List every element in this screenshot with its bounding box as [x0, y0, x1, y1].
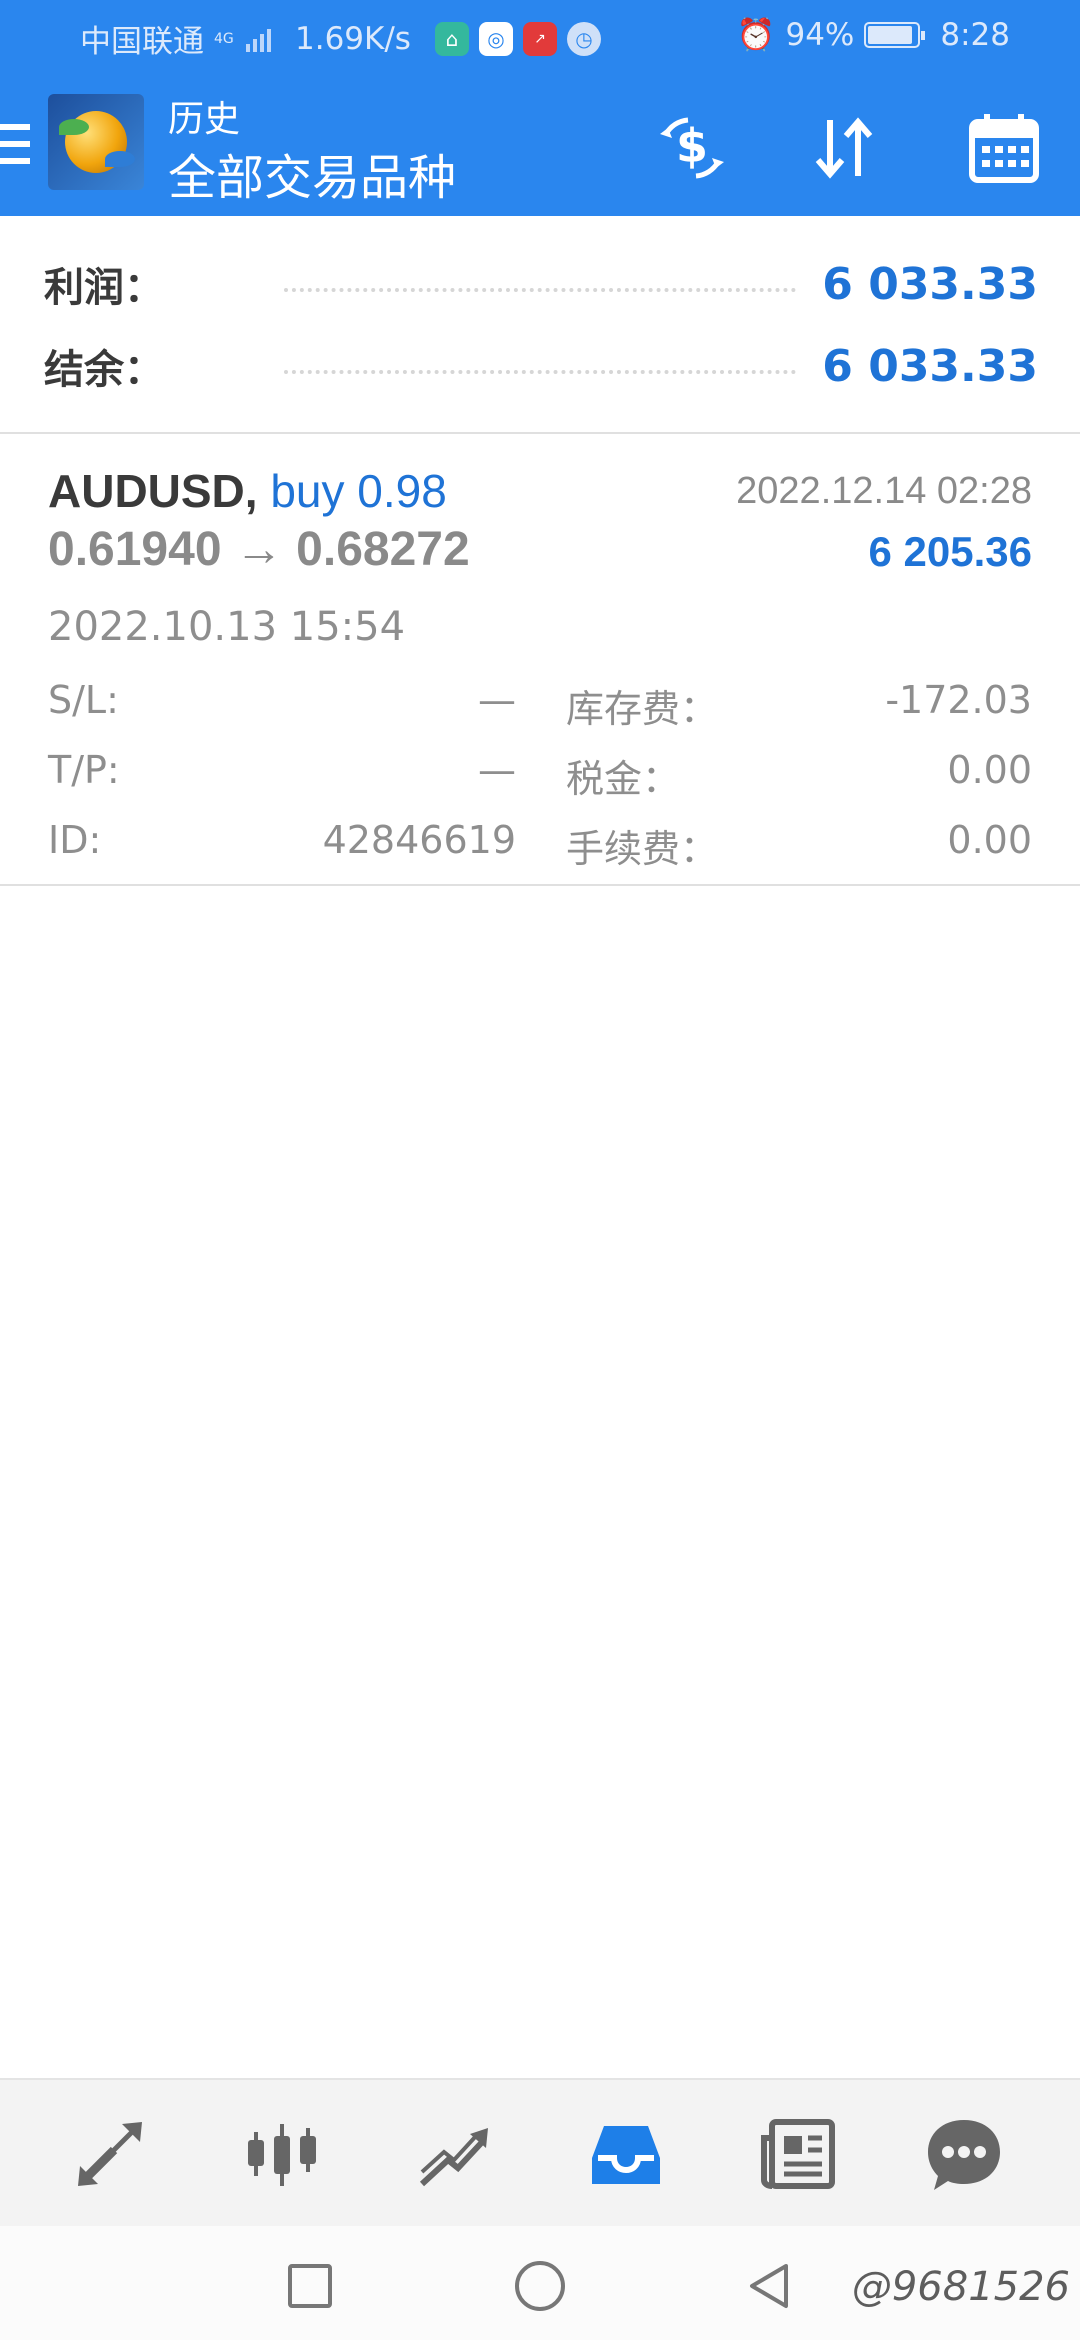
chat-tab[interactable]	[916, 2106, 1012, 2202]
history-summary: 利润： 6 033.33 结余： 6 033.33	[0, 216, 1080, 434]
carrier-label: 中国联通	[80, 24, 204, 60]
balance-label: 结余：	[44, 347, 164, 393]
profit-label: 利润：	[44, 265, 164, 311]
back-button[interactable]	[742, 2258, 798, 2314]
chart-tab[interactable]	[234, 2106, 330, 2202]
balance-value: 6 033.33	[822, 340, 1038, 392]
swap-value: -172.03	[885, 678, 1032, 722]
stock-app-icon: ↗	[522, 21, 557, 56]
home-button[interactable]	[512, 2258, 568, 2314]
sort-icon[interactable]	[802, 106, 886, 190]
deal-open-time: 2022.10.13 15:54	[48, 604, 406, 650]
deal-prices: 0.61940 → 0.68272	[48, 523, 470, 576]
deal-type-volume: buy 0.98	[270, 465, 447, 517]
page-subtitle: 历史	[168, 99, 241, 140]
deal-item[interactable]: AUDUSD, buy 0.98 0.61940 → 0.68272 2022.…	[0, 434, 1080, 886]
battery-icon	[864, 21, 926, 48]
app-logo	[48, 94, 144, 190]
swap-label: 库存费：	[566, 687, 719, 731]
deal-row-sl: S/L: — 库存费： -172.03	[48, 670, 1032, 731]
id-value: 42846619	[322, 818, 516, 862]
status-bar: 中国联通 4G 1.69K/s ⌂ ◎ ↗ ◷ ⏰ 94% 8:28	[0, 0, 1080, 72]
recents-button[interactable]	[282, 2258, 338, 2314]
net-speed-label: 1.69K/s	[295, 20, 411, 57]
deal-profit: 6 205.36	[868, 528, 1033, 575]
tax-label: 税金：	[566, 757, 681, 801]
deal-row-id: ID: 42846619 手续费： 0.00	[48, 810, 1032, 871]
profit-value: 6 033.33	[822, 258, 1038, 310]
signal-icon	[246, 26, 271, 52]
commission-value: 0.00	[947, 818, 1032, 862]
system-nav-bar: @9681526	[0, 2226, 1080, 2340]
clock-app-icon: ◷	[566, 21, 601, 56]
watermark: @9681526	[851, 2264, 1070, 2310]
profit-row: 利润： 6 033.33	[44, 254, 1038, 314]
dotted-leader	[284, 370, 797, 374]
deal-row-tp: T/P: — 税金： 0.00	[48, 740, 1032, 801]
network-type-label: 4G	[214, 30, 234, 47]
trade-tab[interactable]	[406, 2106, 502, 2202]
calendar-icon[interactable]	[962, 106, 1046, 190]
svg-text:$: $	[676, 119, 708, 173]
commission-label: 手续费：	[566, 827, 719, 871]
tax-value: 0.00	[947, 748, 1032, 792]
browser-app-icon: ◎	[478, 21, 513, 56]
alarm-icon: ⏰	[736, 17, 776, 53]
menu-icon[interactable]	[0, 124, 30, 164]
dotted-leader	[284, 288, 797, 292]
balance-row: 结余： 6 033.33	[44, 336, 1038, 396]
news-tab[interactable]	[750, 2106, 846, 2202]
quotes-tab[interactable]	[62, 2106, 158, 2202]
dollar-refresh-icon[interactable]: $	[650, 106, 734, 190]
history-tab[interactable]	[578, 2106, 674, 2202]
app-bar: 历史 全部交易品种 $	[0, 72, 1080, 216]
page-title[interactable]: 全部交易品种	[168, 138, 456, 208]
bottom-tab-bar	[0, 2078, 1080, 2226]
home-app-icon: ⌂	[434, 21, 469, 56]
deal-title: AUDUSD, buy 0.98	[48, 464, 447, 518]
battery-percent: 94%	[785, 16, 855, 53]
tp-value: —	[478, 748, 516, 792]
deal-symbol: AUDUSD,	[48, 465, 258, 517]
clock-time: 8:28	[940, 16, 1010, 53]
sl-value: —	[478, 678, 516, 722]
deal-close-time: 2022.12.14 02:28	[736, 470, 1032, 512]
